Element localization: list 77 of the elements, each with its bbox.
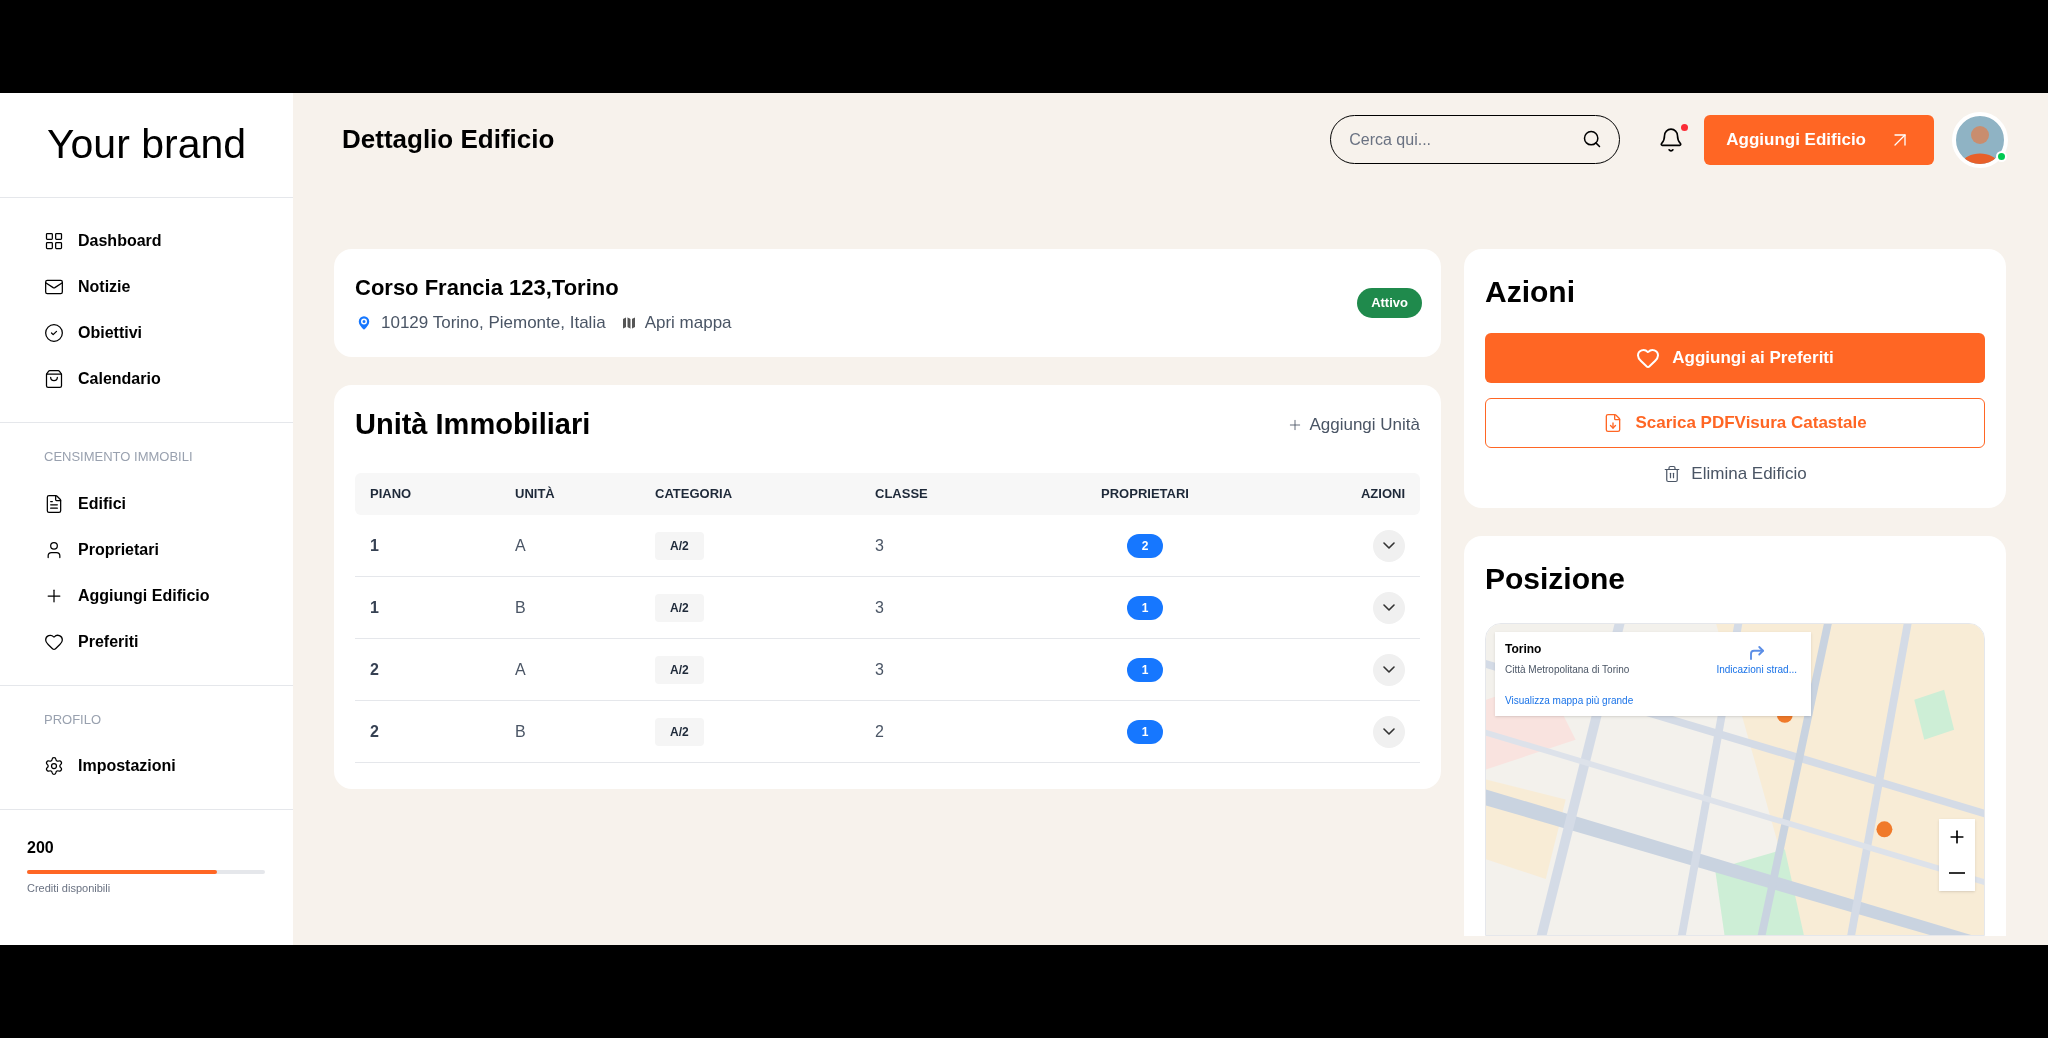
category-tag: A/2 [655,655,704,684]
sidebar-item[interactable]: Impostazioni [44,743,176,789]
column-header: AZIONI [1360,485,1405,504]
expand-button[interactable] [1373,653,1405,686]
sidebar-item[interactable]: Preferiti [44,618,139,665]
minus-icon [1949,872,1965,874]
directions-icon [1747,644,1766,662]
table-cell-text: B [515,597,526,618]
column-header: UNITÀ [515,485,555,504]
column-header: CLASSE [875,485,928,504]
sidebar-item[interactable]: Obiettivi [44,310,142,356]
units-title: Unità Immobiliari [355,407,591,443]
table-cell-text: 2 [370,659,379,680]
expand-button[interactable] [1373,591,1405,624]
category-tag: A/2 [655,531,704,560]
building-location: 10129 Torino, Piemonte, Italia [381,311,606,334]
directions-link[interactable]: Indicazioni strad... [1716,644,1797,708]
notifications-button[interactable] [1658,126,1685,153]
actions-title: Azioni [1485,274,1576,310]
table-cell-text: 2 [370,721,379,742]
column-header: PIANO [370,485,412,504]
table-cell-text: 3 [875,597,884,618]
sidebar-item[interactable]: Notizie [44,264,131,310]
heart-icon [1636,346,1661,370]
trash-icon [1663,465,1682,483]
position-title: Posizione [1485,561,1627,597]
expand-button[interactable] [1373,715,1405,748]
table-cell-text: 3 [875,535,884,556]
chevron-icon [1383,666,1395,673]
owner-count-badge: 2 [1127,533,1163,558]
section-label: CENSIMENTO IMMOBILI [44,448,194,466]
place-name: Torino [1505,641,1542,658]
category-tag: A/2 [655,717,704,746]
table-cell-text: B [515,721,526,742]
chevron-icon [1383,542,1395,549]
search-field[interactable]: Cerca qui... [1330,115,1621,164]
add-unit-link[interactable]: Aggiungi Unità [1287,412,1420,438]
table-cell-text: 2 [875,721,884,742]
building-address: Corso Francia 123,Torino [355,273,619,302]
column-header: PROPRIETARI [1101,485,1189,504]
brand-logo: Your brand [46,120,247,170]
sidebar-item[interactable]: Calendario [44,356,161,402]
chevron-icon [1383,728,1395,735]
table-cell-text: A [515,535,526,556]
table-cell-text: A [515,659,526,680]
column-header: CATEGORIA [655,485,733,504]
owner-count-badge: 1 [1127,595,1163,620]
category-tag: A/2 [655,593,704,622]
delete-building-button[interactable]: Elimina Edificio [1663,458,1807,490]
bag-icon [44,369,64,389]
sidebar-item[interactable]: Aggiungi Edificio [44,572,210,619]
location-pin-icon [355,313,373,332]
owner-count-badge: 1 [1127,719,1163,744]
check-circle-icon [44,323,64,343]
open-map-link[interactable]: Apri mappa [619,309,732,336]
chevron-icon [1383,604,1395,611]
credits-count: 200 [27,838,54,858]
sidebar-item[interactable]: Dashboard [44,218,162,264]
document-icon [44,493,64,514]
table-cell-text: 1 [370,535,379,556]
search-icon [1582,129,1603,149]
owner-count-badge: 1 [1127,657,1163,682]
table-cell-text: 1 [370,597,379,618]
envelope-icon [44,277,64,297]
settings-icon [44,756,64,776]
page-title: Dettaglio Edificio [342,123,555,156]
sidebar-item[interactable]: Edifici [44,480,126,527]
sidebar-item[interactable]: Proprietari [44,526,159,573]
larger-map-link[interactable]: Visualizza mappa più grande [1505,693,1634,708]
grid-icon [44,231,64,251]
status-badge: Attivo [1357,288,1422,318]
credits-label: Crediti disponibili [27,881,111,896]
section-label: PROFILO [44,710,103,729]
expand-button[interactable] [1373,529,1405,562]
table-cell-text: 3 [875,659,884,680]
place-region: Città Metropolitana di Torino [1505,663,1630,677]
map[interactable]: Torino Città Metropolitana di Torino Visualizza mappa più grande Indicazioni strad... [1485,623,1985,936]
